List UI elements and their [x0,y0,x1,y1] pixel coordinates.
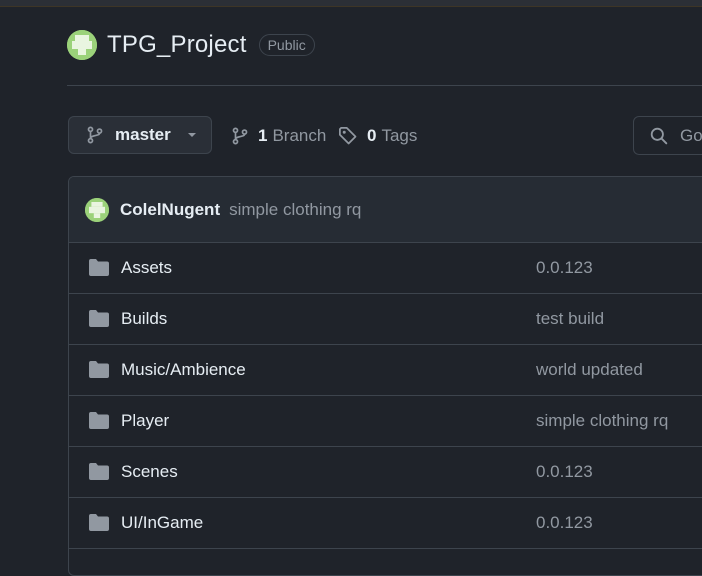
go-to-file-input[interactable]: Go [633,116,702,155]
repo-header: TPG_Project Public [67,30,315,60]
file-commit-message[interactable]: simple clothing rq [536,411,668,431]
tag-count: 0 [367,126,377,145]
visibility-badge: Public [258,34,315,56]
file-commit-message[interactable]: world updated [536,360,643,380]
table-row[interactable]: Player simple clothing rq [69,396,702,447]
file-name[interactable]: Player [121,411,169,431]
caret-down-icon [187,133,196,137]
table-row[interactable]: Assets 0.0.123 [69,243,702,294]
file-commit-message[interactable]: test build [536,309,604,329]
folder-icon [89,412,109,429]
folder-icon [89,463,109,480]
file-commit-message[interactable]: 0.0.123 [536,462,593,482]
file-commit-message[interactable]: 0.0.123 [536,513,593,533]
file-name[interactable]: UI/InGame [121,513,203,533]
commit-author-avatar[interactable] [85,197,109,222]
branch-word: Branch [272,126,327,145]
folder-icon [89,514,109,531]
search-placeholder: Go [680,125,702,145]
branch-count: 1 [258,126,268,145]
folder-icon [89,259,109,276]
folder-icon [89,361,109,378]
search-icon [650,127,668,144]
header-divider [67,85,702,86]
file-table: ColelNugent simple clothing rq Assets 0.… [68,176,702,576]
table-row[interactable]: Builds test build [69,294,702,345]
owner-avatar[interactable] [67,30,97,60]
window-top-bar [0,0,702,7]
folder-icon [89,310,109,327]
file-name[interactable]: Assets [121,258,172,278]
table-row[interactable]: Music/Ambience world updated [69,345,702,396]
tag-icon [339,127,357,145]
branches-link[interactable]: 1 Branch [231,126,326,146]
repo-name[interactable]: TPG_Project [107,31,247,59]
branch-label: master [115,125,171,144]
commit-message[interactable]: simple clothing rq [229,200,361,220]
latest-commit-row: ColelNugent simple clothing rq [69,177,702,243]
file-name[interactable]: Scenes [121,462,178,482]
git-branch-icon [87,126,103,144]
git-branch-icon [232,127,248,145]
file-name[interactable]: Builds [121,309,167,329]
table-row[interactable]: Scenes 0.0.123 [69,447,702,498]
commit-author[interactable]: ColelNugent [120,200,220,220]
file-name[interactable]: Music/Ambience [121,360,246,380]
file-commit-message[interactable]: 0.0.123 [536,258,593,278]
table-row[interactable]: UI/InGame 0.0.123 [69,498,702,549]
branch-selector-button[interactable]: master [68,116,212,154]
tag-word: Tags [381,126,418,145]
tags-link[interactable]: 0 Tags [338,126,417,146]
